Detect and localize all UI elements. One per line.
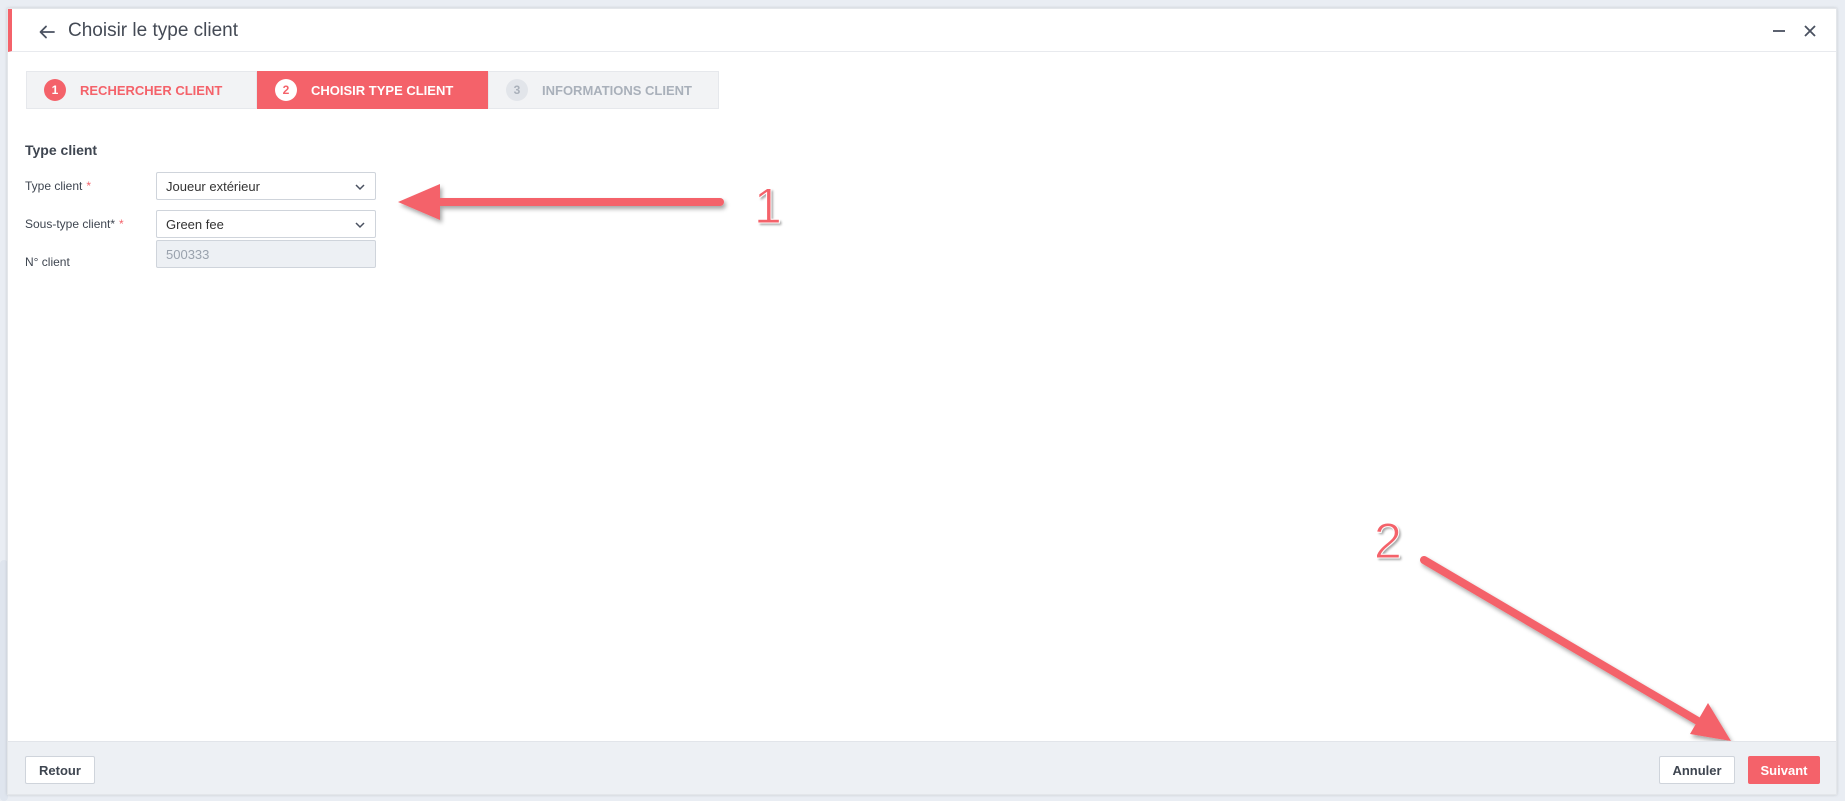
annuler-button[interactable]: Annuler (1659, 756, 1735, 784)
suivant-button[interactable]: Suivant (1748, 756, 1820, 784)
annotation-arrow-1 (398, 184, 724, 220)
annotation-arrow-2 (1420, 556, 1731, 741)
dialog-window: Choisir le type client 1 RECHERCHER CLIE… (7, 8, 1837, 795)
retour-button[interactable]: Retour (25, 756, 95, 784)
annotation-arrows (398, 184, 1731, 741)
annotation-number-2: 2 (1374, 513, 1403, 570)
annotation-number-1: 1 (754, 178, 783, 235)
dialog-footer: Retour Annuler Suivant (8, 741, 1836, 794)
